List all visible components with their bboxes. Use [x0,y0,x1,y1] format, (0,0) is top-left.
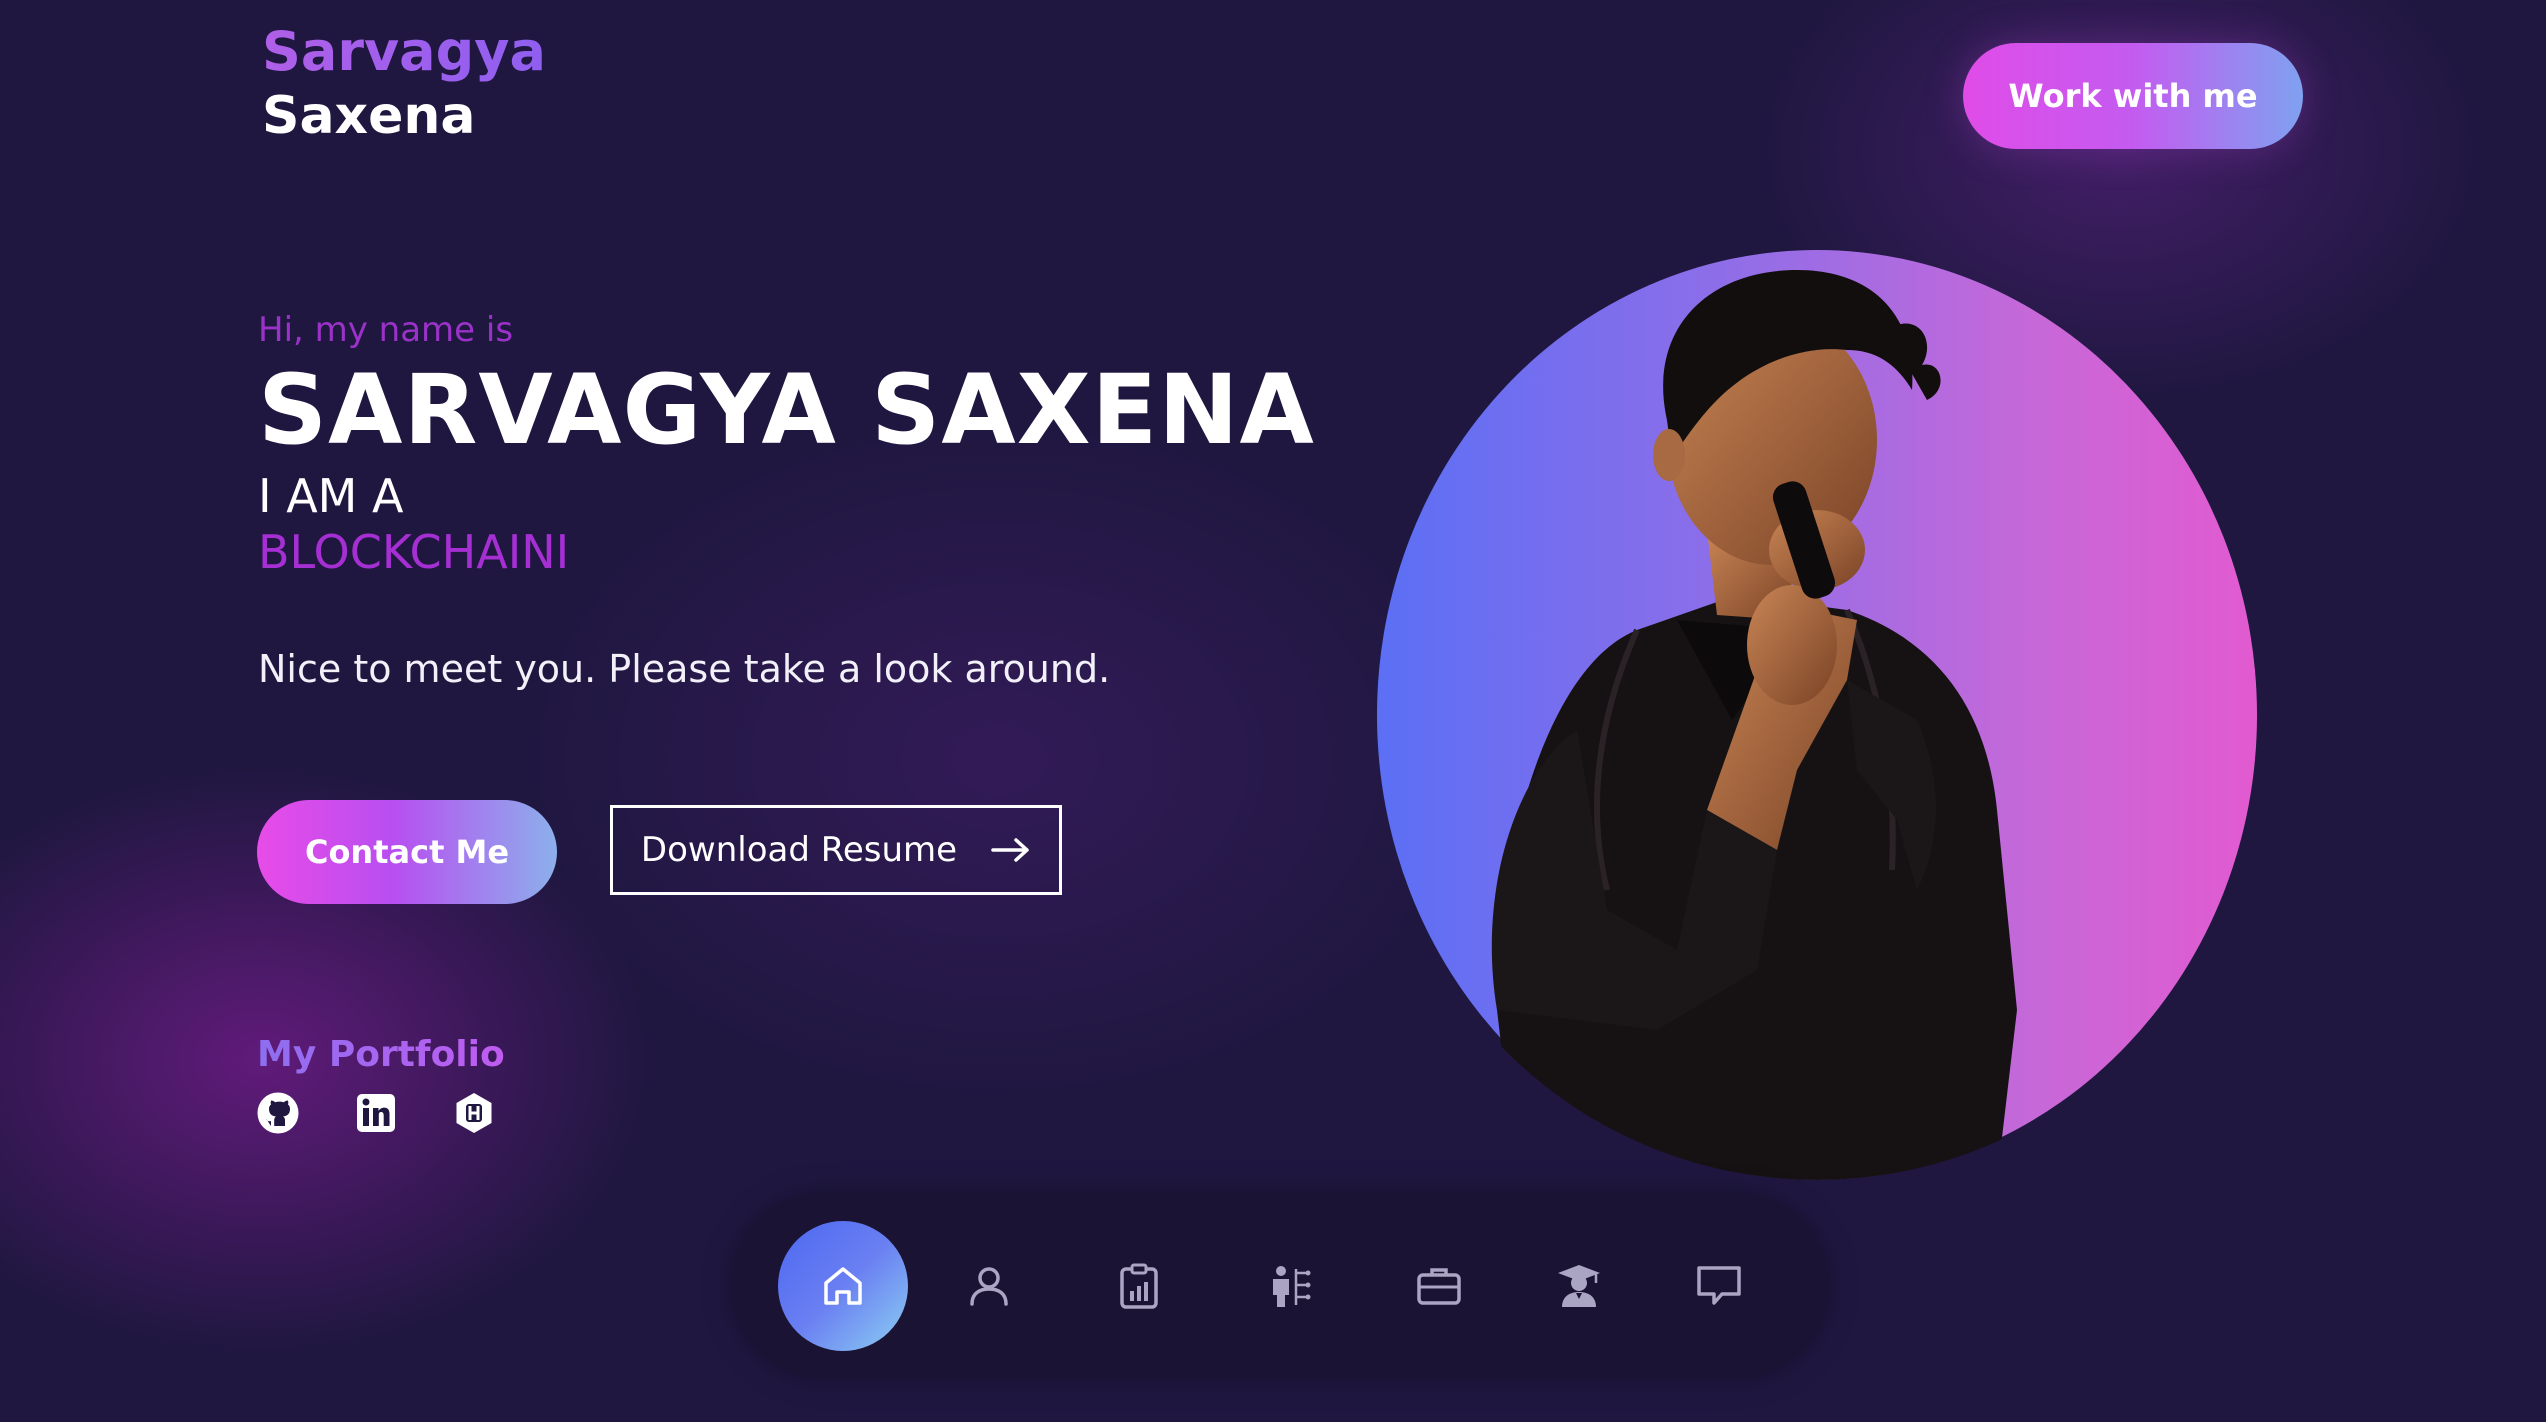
hero-greeting: Hi, my name is [258,310,514,350]
bottom-nav [731,1193,1829,1379]
nav-education[interactable] [1514,1221,1644,1351]
chat-icon [1697,1266,1741,1305]
clipboard-chart-icon [1120,1263,1158,1309]
nav-about[interactable] [924,1221,1054,1351]
arrow-right-icon [991,838,1029,862]
person-silhouette [1491,270,2017,1180]
home-icon [824,1267,862,1305]
profile-photo [1377,250,2257,1180]
hero-intro: Nice to meet you. Please take a look aro… [258,647,1111,691]
skills-icon [1273,1266,1311,1307]
contact-me-button[interactable]: Contact Me [257,800,557,904]
nav-work[interactable] [1374,1221,1504,1351]
work-with-me-button[interactable]: Work with me [1963,43,2303,149]
hero-role: BLOCKCHAINI [258,525,570,579]
portfolio-title: My Portfolio [257,1030,505,1080]
github-icon[interactable] [257,1092,299,1134]
nav-home[interactable] [778,1221,908,1351]
logo-first-name: Sarvagya [262,20,546,83]
nav-skills[interactable] [1224,1221,1354,1351]
hero-i-am: I AM A [258,469,404,523]
social-links [257,1092,505,1134]
user-icon [970,1267,1008,1306]
nav-stats[interactable] [1074,1221,1204,1351]
briefcase-icon [1417,1268,1461,1305]
logo[interactable]: Sarvagya Saxena [262,20,546,148]
graduate-icon [1558,1265,1600,1307]
logo-last-name: Saxena [262,86,476,146]
nav-contact[interactable] [1654,1221,1784,1351]
hashnode-icon[interactable] [453,1092,495,1134]
hero-section: Hi, my name is SARVAGYA SAXENA I AM A BL… [258,300,1358,694]
download-resume-label: Download Resume [640,830,958,870]
download-resume-button[interactable]: Download Resume [610,805,1062,895]
linkedin-icon[interactable] [355,1092,397,1134]
hero-name: SARVAGYA SAXENA [258,354,1315,466]
portfolio-section: My Portfolio [257,1030,505,1134]
